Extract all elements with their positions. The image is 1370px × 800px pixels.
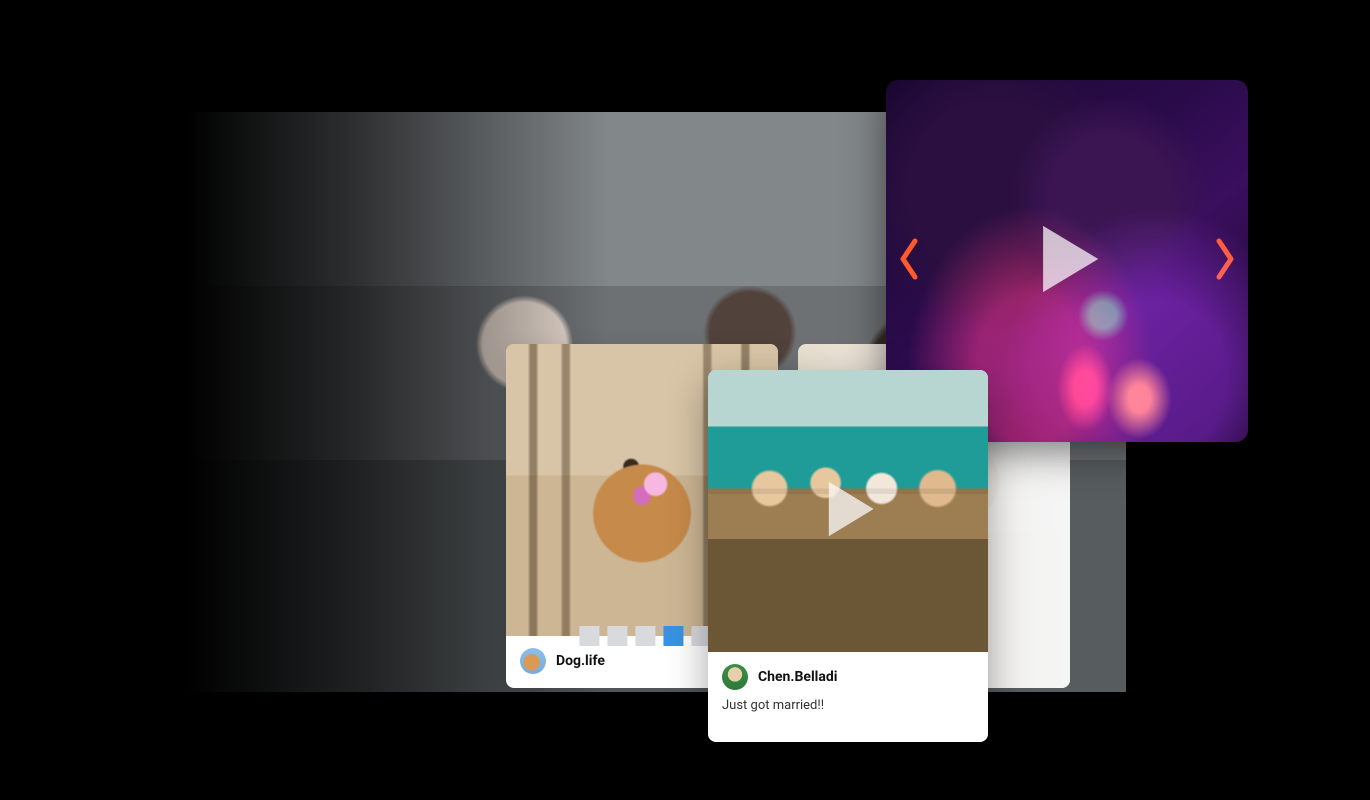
post-username[interactable]: Chen.Belladi <box>758 669 837 685</box>
post-caption: Just got married!! <box>708 696 988 727</box>
carousel-dot-4[interactable] <box>663 626 683 646</box>
carousel-dot-3[interactable] <box>635 626 655 646</box>
video-nav-next[interactable] <box>1208 234 1242 288</box>
video-nav-prev[interactable] <box>892 234 926 288</box>
carousel-pagination <box>579 626 711 646</box>
chevron-right-icon <box>1213 237 1237 285</box>
post-meta: Chen.Belladi <box>708 652 988 696</box>
play-icon <box>808 534 888 553</box>
carousel-dot-2[interactable] <box>607 626 627 646</box>
carousel-dot-1[interactable] <box>579 626 599 646</box>
carousel-featured-username[interactable]: Dog.life <box>556 653 605 669</box>
post-card[interactable]: Chen.Belladi Just got married!! <box>708 370 988 742</box>
post-image <box>708 370 988 652</box>
chevron-left-icon <box>897 237 921 285</box>
avatar[interactable] <box>722 664 748 690</box>
play-icon <box>1021 290 1113 309</box>
avatar[interactable] <box>520 648 546 674</box>
play-button[interactable] <box>808 469 888 553</box>
carousel-card-prev[interactable] <box>186 112 486 462</box>
play-button[interactable] <box>1021 213 1113 309</box>
